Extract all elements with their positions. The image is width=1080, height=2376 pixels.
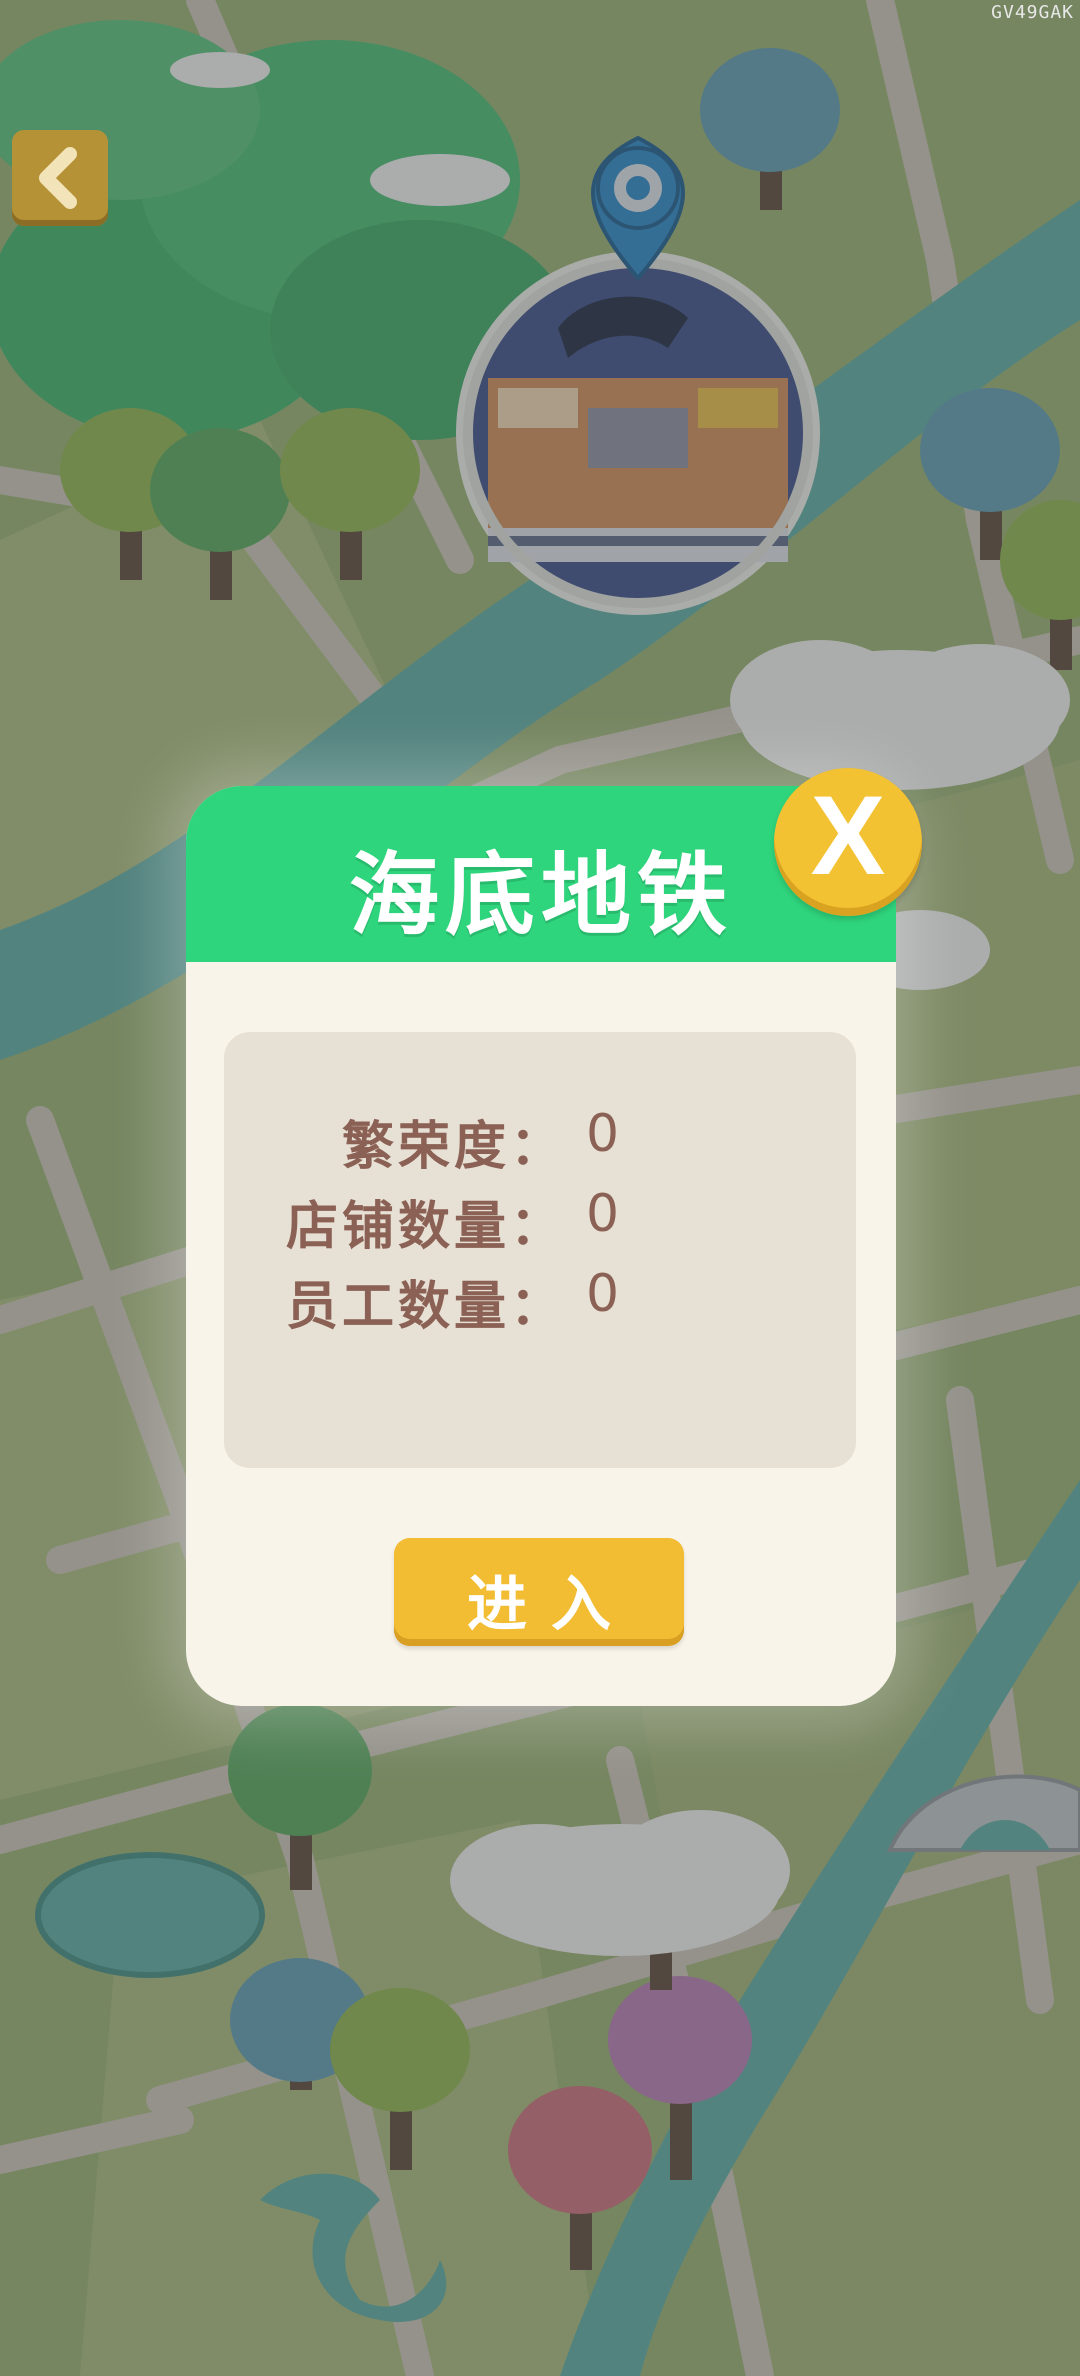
stat-label: 店铺数量：: [285, 1197, 566, 1257]
stat-row-shop-count: 店铺数量： 0: [224, 1184, 856, 1257]
enter-button[interactable]: 进入: [394, 1538, 684, 1646]
stat-label: 繁荣度：: [341, 1117, 566, 1177]
stat-row-staff-count: 员工数量： 0: [224, 1264, 856, 1337]
chevron-left-icon: [39, 147, 77, 209]
stat-value: 0: [586, 1184, 620, 1244]
back-button[interactable]: [12, 130, 108, 226]
stat-label: 员工数量：: [285, 1277, 566, 1337]
stat-value: 0: [586, 1264, 620, 1324]
watermark-text: GV49GAK: [991, 2, 1074, 23]
stat-value: 0: [586, 1104, 620, 1164]
enter-button-label: 进入: [467, 1570, 635, 1640]
close-icon: X: [810, 773, 886, 898]
stats-panel: 繁荣度： 0 店铺数量： 0 员工数量： 0: [224, 1032, 856, 1468]
location-info-dialog: 海底地铁 繁荣度： 0 店铺数量： 0 员工数量： 0 进入: [186, 786, 896, 1706]
close-button[interactable]: X: [774, 768, 922, 916]
game-screen: GV49GAK 海底地铁 繁荣度： 0 店铺数量： 0 员工数量： 0 进入 X: [0, 0, 1080, 2376]
stat-row-prosperity: 繁荣度： 0: [224, 1104, 856, 1177]
